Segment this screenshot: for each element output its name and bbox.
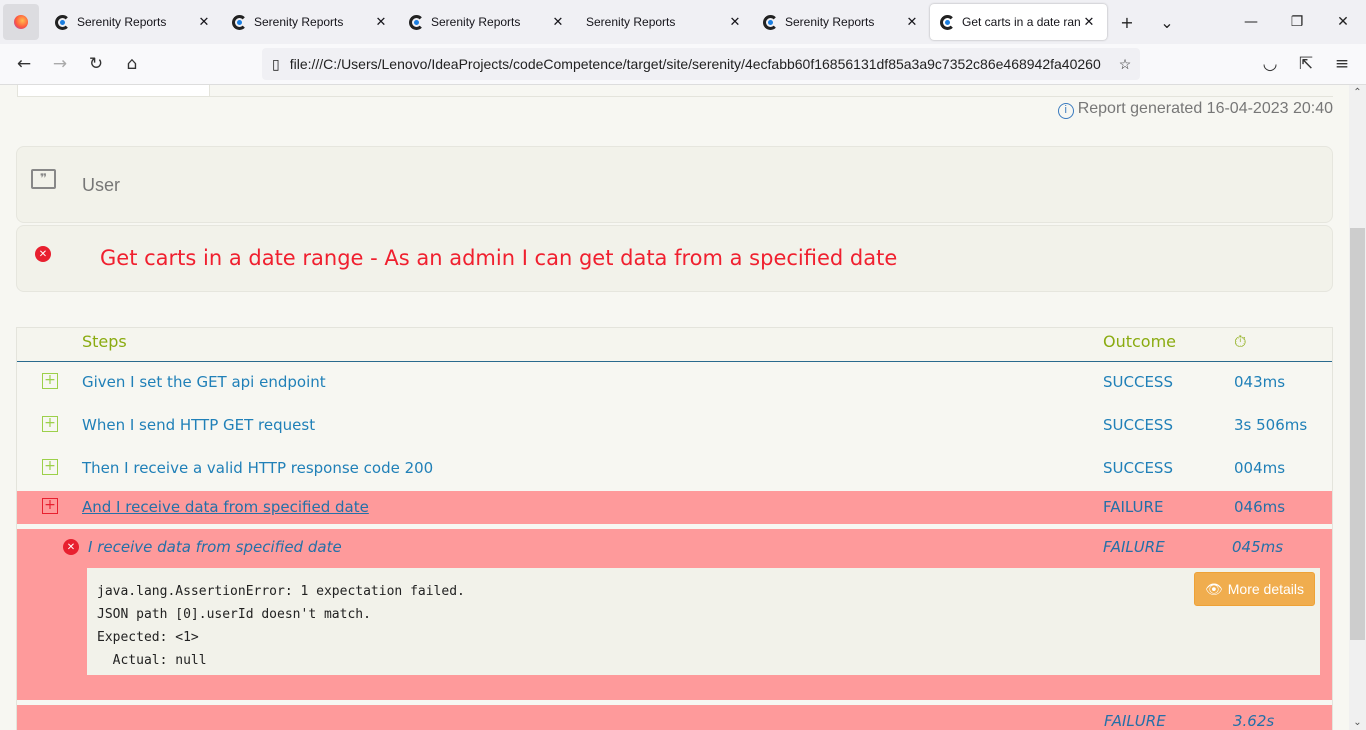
step-duration: 043ms xyxy=(1234,373,1286,391)
browser-tab[interactable]: Serenity Reports ✕ xyxy=(576,4,753,40)
substep-duration: 045ms xyxy=(1232,538,1284,556)
firefox-icon xyxy=(14,15,28,29)
close-window-button[interactable]: ✕ xyxy=(1320,0,1366,44)
tab-label: Serenity Reports xyxy=(586,15,676,29)
eye-icon: 👁 xyxy=(1204,580,1223,597)
outcome-header-label: Outcome xyxy=(1103,332,1177,351)
pocket-icon[interactable]: ◡ xyxy=(1252,54,1288,74)
browser-tab[interactable]: Serenity Reports ✕ xyxy=(45,4,222,40)
step-outcome: SUCCESS xyxy=(1103,416,1173,434)
step-outcome: SUCCESS xyxy=(1103,373,1173,391)
report-page: i Report generated 16-04-2023 20:40 ❞ Use… xyxy=(0,85,1349,730)
failure-icon: ✕ xyxy=(35,246,51,262)
steps-table: Steps Outcome ⏱ + Given I set the GET api… xyxy=(16,327,1333,730)
scrollbar[interactable]: ⌃ ⌄ xyxy=(1349,85,1366,730)
substep-row: ✕ I receive data from specified date FAI… xyxy=(17,529,1332,700)
serenity-icon xyxy=(940,14,955,30)
close-tab-icon[interactable]: ✕ xyxy=(904,14,920,30)
total-row: FAILURE 3.62s xyxy=(17,705,1332,730)
minimize-button[interactable]: — xyxy=(1228,0,1274,44)
reload-button[interactable]: ↻ xyxy=(78,54,114,74)
total-duration: 3.62s xyxy=(1233,712,1275,730)
report-generated: i Report generated 16-04-2023 20:40 xyxy=(1057,100,1333,119)
back-button[interactable]: ← xyxy=(6,54,42,74)
maximize-button[interactable]: ❐ xyxy=(1274,0,1320,44)
firefox-menu-button[interactable] xyxy=(3,4,39,40)
error-message: java.lang.AssertionError: 1 expectation … xyxy=(87,568,1320,675)
serenity-icon xyxy=(232,14,247,30)
nav-bar: ← → ↻ ⌂ ▯ file:///C:/Users/Lenovo/IdeaPr… xyxy=(0,44,1366,85)
feature-card: ❞ User xyxy=(16,146,1333,223)
step-outcome: FAILURE xyxy=(1103,498,1164,516)
close-tab-icon[interactable]: ✕ xyxy=(373,14,389,30)
close-tab-icon[interactable]: ✕ xyxy=(1081,14,1097,30)
substep-text: I receive data from specified date xyxy=(88,538,342,556)
tab-label: Serenity Reports xyxy=(785,15,875,29)
total-outcome: FAILURE xyxy=(1104,712,1166,730)
list-tabs-button[interactable]: ⌄ xyxy=(1147,13,1187,32)
browser-tab[interactable]: Serenity Reports ✕ xyxy=(399,4,576,40)
failure-icon: ✕ xyxy=(63,539,79,555)
page-icon: ▯ xyxy=(272,55,280,72)
step-text[interactable]: And I receive data from specified date xyxy=(82,498,369,516)
scroll-down-icon[interactable]: ⌄ xyxy=(1349,717,1366,728)
tab-label: Serenity Reports xyxy=(77,15,167,29)
browser-tab[interactable]: Serenity Reports ✕ xyxy=(753,4,930,40)
tab-label: Serenity Reports xyxy=(254,15,344,29)
more-details-button[interactable]: 👁 More details xyxy=(1194,572,1315,606)
extensions-icon[interactable]: ⇱ xyxy=(1288,54,1324,74)
serenity-icon xyxy=(55,14,70,30)
step-duration: 3s 506ms xyxy=(1234,416,1308,434)
bookmark-star-icon[interactable]: ☆ xyxy=(1110,56,1140,73)
close-tab-icon[interactable]: ✕ xyxy=(727,14,743,30)
forward-button[interactable]: → xyxy=(42,54,78,74)
error-text: java.lang.AssertionError: 1 expectation … xyxy=(97,584,465,668)
substep-outcome: FAILURE xyxy=(1103,538,1165,556)
more-details-label: More details xyxy=(1227,580,1305,597)
info-icon: i xyxy=(1057,103,1074,119)
browser-tab[interactable]: Get carts in a date range ✕ xyxy=(930,4,1107,40)
step-text[interactable]: Then I receive a valid HTTP response cod… xyxy=(82,459,433,477)
step-text[interactable]: Given I set the GET api endpoint xyxy=(82,373,326,391)
stopwatch-icon: ⏱ xyxy=(1234,332,1247,351)
step-duration: 046ms xyxy=(1234,498,1286,516)
serenity-icon xyxy=(409,14,424,30)
scenario-card: ✕ Get carts in a date range - As an admi… xyxy=(16,225,1333,292)
new-tab-button[interactable]: + xyxy=(1107,13,1147,32)
divider xyxy=(210,96,1333,97)
steps-header-label: Steps xyxy=(82,332,127,351)
url-bar[interactable]: ▯ file:///C:/Users/Lenovo/IdeaProjects/c… xyxy=(262,48,1140,80)
step-text[interactable]: When I send HTTP GET request xyxy=(82,416,315,434)
tab-label: Get carts in a date range xyxy=(962,15,1081,29)
step-row: + Then I receive a valid HTTP response co… xyxy=(17,448,1332,491)
scroll-up-icon[interactable]: ⌃ xyxy=(1349,87,1366,98)
expand-icon[interactable]: + xyxy=(42,498,58,514)
serenity-icon xyxy=(763,14,778,30)
expand-icon[interactable]: + xyxy=(42,373,58,389)
quote-comment-icon: ❞ xyxy=(31,169,56,189)
home-button[interactable]: ⌂ xyxy=(114,54,150,74)
close-tab-icon[interactable]: ✕ xyxy=(196,14,212,30)
feature-title[interactable]: User xyxy=(82,175,120,196)
step-row: + Given I set the GET api endpoint SUCCESS… xyxy=(17,362,1332,405)
browser-tab[interactable]: Serenity Reports ✕ xyxy=(222,4,399,40)
step-outcome: SUCCESS xyxy=(1103,459,1173,477)
tab-label: Serenity Reports xyxy=(431,15,521,29)
scenario-title: Get carts in a date range - As an admin … xyxy=(100,246,898,270)
step-duration: 004ms xyxy=(1234,459,1286,477)
scrollbar-thumb[interactable] xyxy=(1350,228,1365,640)
tab-bar: Serenity Reports ✕ Serenity Reports ✕ Sereni… xyxy=(0,0,1366,44)
url-text[interactable]: file:///C:/Users/Lenovo/IdeaProjects/cod… xyxy=(290,56,1110,72)
close-tab-icon[interactable]: ✕ xyxy=(550,14,566,30)
report-generated-text: Report generated 16-04-2023 20:40 xyxy=(1077,100,1333,117)
steps-header: Steps Outcome ⏱ xyxy=(17,328,1332,362)
step-row: + And I receive data from specified date F… xyxy=(17,491,1332,524)
menu-icon[interactable]: ≡ xyxy=(1324,54,1360,74)
tab-strip xyxy=(17,85,210,97)
expand-icon[interactable]: + xyxy=(42,416,58,432)
step-row: + When I send HTTP GET request SUCCESS 3s 5… xyxy=(17,405,1332,448)
expand-icon[interactable]: + xyxy=(42,459,58,475)
